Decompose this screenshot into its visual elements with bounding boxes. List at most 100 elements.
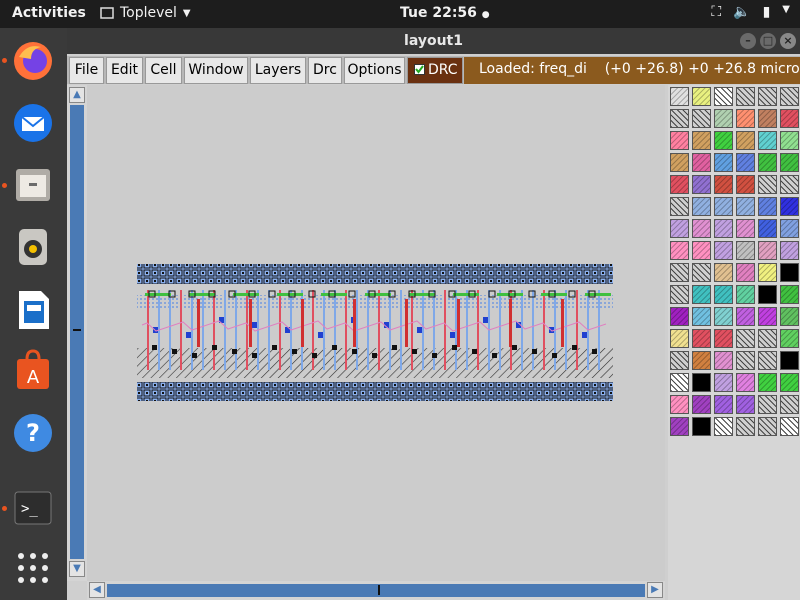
layer-swatch[interactable] [714,263,733,282]
layer-swatch[interactable] [714,307,733,326]
layer-swatch[interactable] [780,219,799,238]
layer-swatch[interactable] [692,109,711,128]
layer-swatch[interactable] [670,219,689,238]
menu-file[interactable]: File [69,57,104,84]
layer-swatch[interactable] [670,153,689,172]
layer-swatch[interactable] [692,307,711,326]
layer-swatch[interactable] [736,153,755,172]
layer-swatch[interactable] [736,241,755,260]
layer-swatch[interactable] [670,351,689,370]
layer-swatch[interactable] [780,417,799,436]
battery-icon[interactable]: ▮ [763,4,771,20]
thunderbird-icon[interactable] [8,98,58,148]
layer-swatch[interactable] [780,373,799,392]
layer-swatch[interactable] [758,219,777,238]
menu-options[interactable]: Options [344,57,405,84]
layer-swatch[interactable] [714,197,733,216]
layer-swatch[interactable] [758,197,777,216]
layer-swatch[interactable] [780,307,799,326]
layer-swatch[interactable] [692,285,711,304]
layer-swatch[interactable] [780,197,799,216]
layer-swatch[interactable] [780,153,799,172]
layer-swatch[interactable] [780,329,799,348]
layer-swatch[interactable] [780,87,799,106]
layer-swatch[interactable] [780,263,799,282]
layer-swatch[interactable] [736,197,755,216]
layer-swatch[interactable] [780,351,799,370]
layer-swatch[interactable] [692,131,711,150]
chevron-down-icon[interactable]: ▼ [782,4,790,20]
maximize-button[interactable]: □ [760,33,776,49]
layer-swatch[interactable] [692,417,711,436]
ubuntu-software-icon[interactable]: A [8,346,58,396]
layer-swatch[interactable] [670,109,689,128]
scroll-up-arrow-icon[interactable]: ▲ [69,87,85,103]
firefox-icon[interactable] [8,36,58,86]
layer-swatch[interactable] [714,329,733,348]
layer-swatch[interactable] [692,87,711,106]
vertical-scrollbar[interactable]: ▲ ▼ [67,85,87,581]
layer-swatch[interactable] [692,329,711,348]
layer-swatch[interactable] [692,373,711,392]
layer-swatch[interactable] [692,219,711,238]
layer-swatch[interactable] [758,307,777,326]
layer-swatch[interactable] [758,395,777,414]
layer-swatch[interactable] [714,109,733,128]
layer-swatch[interactable] [736,219,755,238]
layer-swatch[interactable] [714,417,733,436]
layer-swatch[interactable] [670,417,689,436]
libreoffice-impress-icon[interactable] [8,284,58,334]
layer-swatch[interactable] [714,241,733,260]
rhythmbox-icon[interactable] [8,222,58,272]
clock[interactable]: Tue 22:56 ● [400,5,490,21]
layer-swatch[interactable] [670,175,689,194]
layer-swatch[interactable] [714,131,733,150]
scroll-right-arrow-icon[interactable]: ▶ [647,582,663,598]
layer-swatch[interactable] [758,373,777,392]
layer-swatch[interactable] [736,109,755,128]
layer-swatch[interactable] [714,219,733,238]
menu-drc[interactable]: Drc [308,57,342,84]
layer-swatch[interactable] [714,395,733,414]
layer-swatch[interactable] [670,373,689,392]
layer-swatch[interactable] [736,373,755,392]
layer-swatch[interactable] [780,395,799,414]
layer-swatch[interactable] [758,285,777,304]
layer-swatch[interactable] [758,153,777,172]
horizontal-scroll-thumb[interactable] [107,584,645,597]
layer-swatch[interactable] [692,395,711,414]
app-grid-icon[interactable] [8,543,58,593]
horizontal-scrollbar[interactable]: ◀ ▶ [87,581,665,600]
layout-canvas[interactable] [87,85,665,581]
layer-swatch[interactable] [670,329,689,348]
drc-toggle[interactable]: DRC [407,57,463,84]
layer-swatch[interactable] [670,87,689,106]
layer-swatch[interactable] [758,87,777,106]
layer-swatch[interactable] [780,175,799,194]
layer-swatch[interactable] [714,373,733,392]
files-icon[interactable] [8,160,58,210]
window-titlebar[interactable]: layout1 – □ × [67,28,800,54]
network-icon[interactable]: ⛶ [711,4,721,20]
layer-swatch[interactable] [780,285,799,304]
layer-swatch[interactable] [692,153,711,172]
layer-swatch[interactable] [758,329,777,348]
layer-swatch[interactable] [714,351,733,370]
menu-layers[interactable]: Layers [250,57,306,84]
layer-swatch[interactable] [780,241,799,260]
layer-swatch[interactable] [670,131,689,150]
menu-cell[interactable]: Cell [145,57,182,84]
scroll-down-arrow-icon[interactable]: ▼ [69,561,85,577]
layer-swatch[interactable] [758,351,777,370]
layer-swatch[interactable] [780,131,799,150]
layer-swatch[interactable] [758,109,777,128]
layer-swatch[interactable] [758,175,777,194]
layer-swatch[interactable] [692,197,711,216]
layer-swatch[interactable] [736,285,755,304]
layer-swatch[interactable] [736,395,755,414]
layer-swatch[interactable] [758,241,777,260]
layer-swatch[interactable] [692,351,711,370]
layer-swatch[interactable] [714,175,733,194]
layer-swatch[interactable] [758,417,777,436]
close-button[interactable]: × [780,33,796,49]
